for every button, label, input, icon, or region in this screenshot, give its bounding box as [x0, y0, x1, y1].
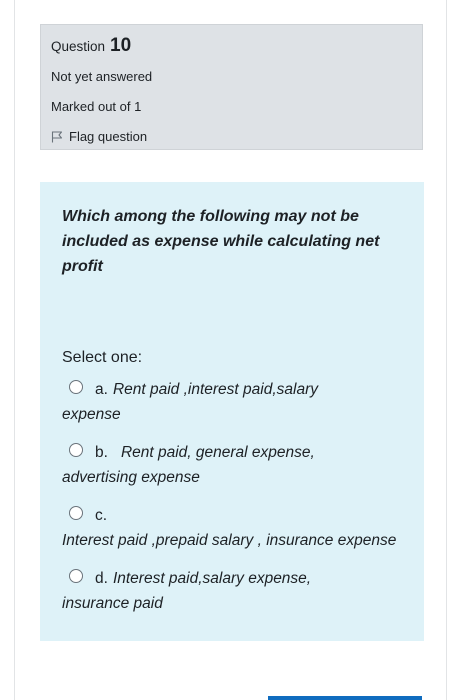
answer-option-d-label[interactable]: d. Interest paid,salary expense, insuranc…	[62, 566, 312, 616]
option-text: Interest paid ,prepaid salary , insuranc…	[62, 532, 397, 549]
question-info-panel: Question 10 Not yet answered Marked out …	[40, 24, 423, 150]
flag-icon	[51, 130, 63, 142]
question-label: Question	[51, 39, 106, 54]
content-left-border	[14, 0, 15, 700]
answer-option-b-label[interactable]: b. Rent paid, general expense, advertisin…	[62, 440, 315, 490]
option-text-line2: expense	[62, 406, 121, 423]
answer-option-c-label[interactable]: c. Interest paid ,prepaid salary , insur…	[62, 503, 396, 553]
answer-option-a[interactable]: a. Rent paid ,interest paid,salary expens…	[62, 377, 398, 427]
select-one-label: Select one:	[62, 349, 143, 366]
answer-option-c[interactable]: c. Interest paid ,prepaid salary , insur…	[62, 503, 398, 553]
option-letter: a.	[95, 381, 108, 398]
radio-button-d[interactable]	[69, 569, 83, 583]
next-page-button-edge[interactable]	[268, 696, 422, 700]
radio-button-c[interactable]	[69, 506, 83, 520]
content-right-border	[446, 0, 447, 700]
option-text-line1: Rent paid ,interest paid,salary	[112, 381, 318, 398]
flag-question-link[interactable]: Flag question	[51, 129, 412, 144]
question-number-value: 10	[110, 35, 132, 56]
option-letter: b.	[95, 444, 108, 461]
radio-button-b[interactable]	[69, 443, 83, 457]
option-text-line2: advertising expense	[62, 469, 200, 486]
radio-button-a[interactable]	[69, 380, 83, 394]
question-state: Not yet answered	[51, 69, 153, 84]
option-letter: d.	[95, 570, 108, 587]
option-text-line1: Interest paid,salary expense,	[112, 570, 312, 587]
answer-option-b[interactable]: b. Rent paid, general expense, advertisin…	[62, 440, 398, 490]
answer-option-a-label[interactable]: a. Rent paid ,interest paid,salary expens…	[62, 377, 318, 427]
answer-options: a. Rent paid ,interest paid,salary expens…	[62, 377, 398, 616]
quiz-page: Question 10 Not yet answered Marked out …	[0, 0, 466, 700]
question-text: Which among the following may not be inc…	[62, 208, 380, 275]
flag-question-label: Flag question	[69, 129, 148, 144]
answer-option-d[interactable]: d. Interest paid,salary expense, insuranc…	[62, 566, 398, 616]
question-grade: Marked out of 1	[51, 99, 142, 114]
option-text-line1: Rent paid, general expense,	[120, 444, 315, 461]
question-formulation: Which among the following may not be inc…	[40, 182, 424, 641]
question-number: Question 10	[51, 35, 412, 57]
option-text-line2: insurance paid	[62, 595, 163, 612]
option-letter: c.	[95, 507, 108, 524]
